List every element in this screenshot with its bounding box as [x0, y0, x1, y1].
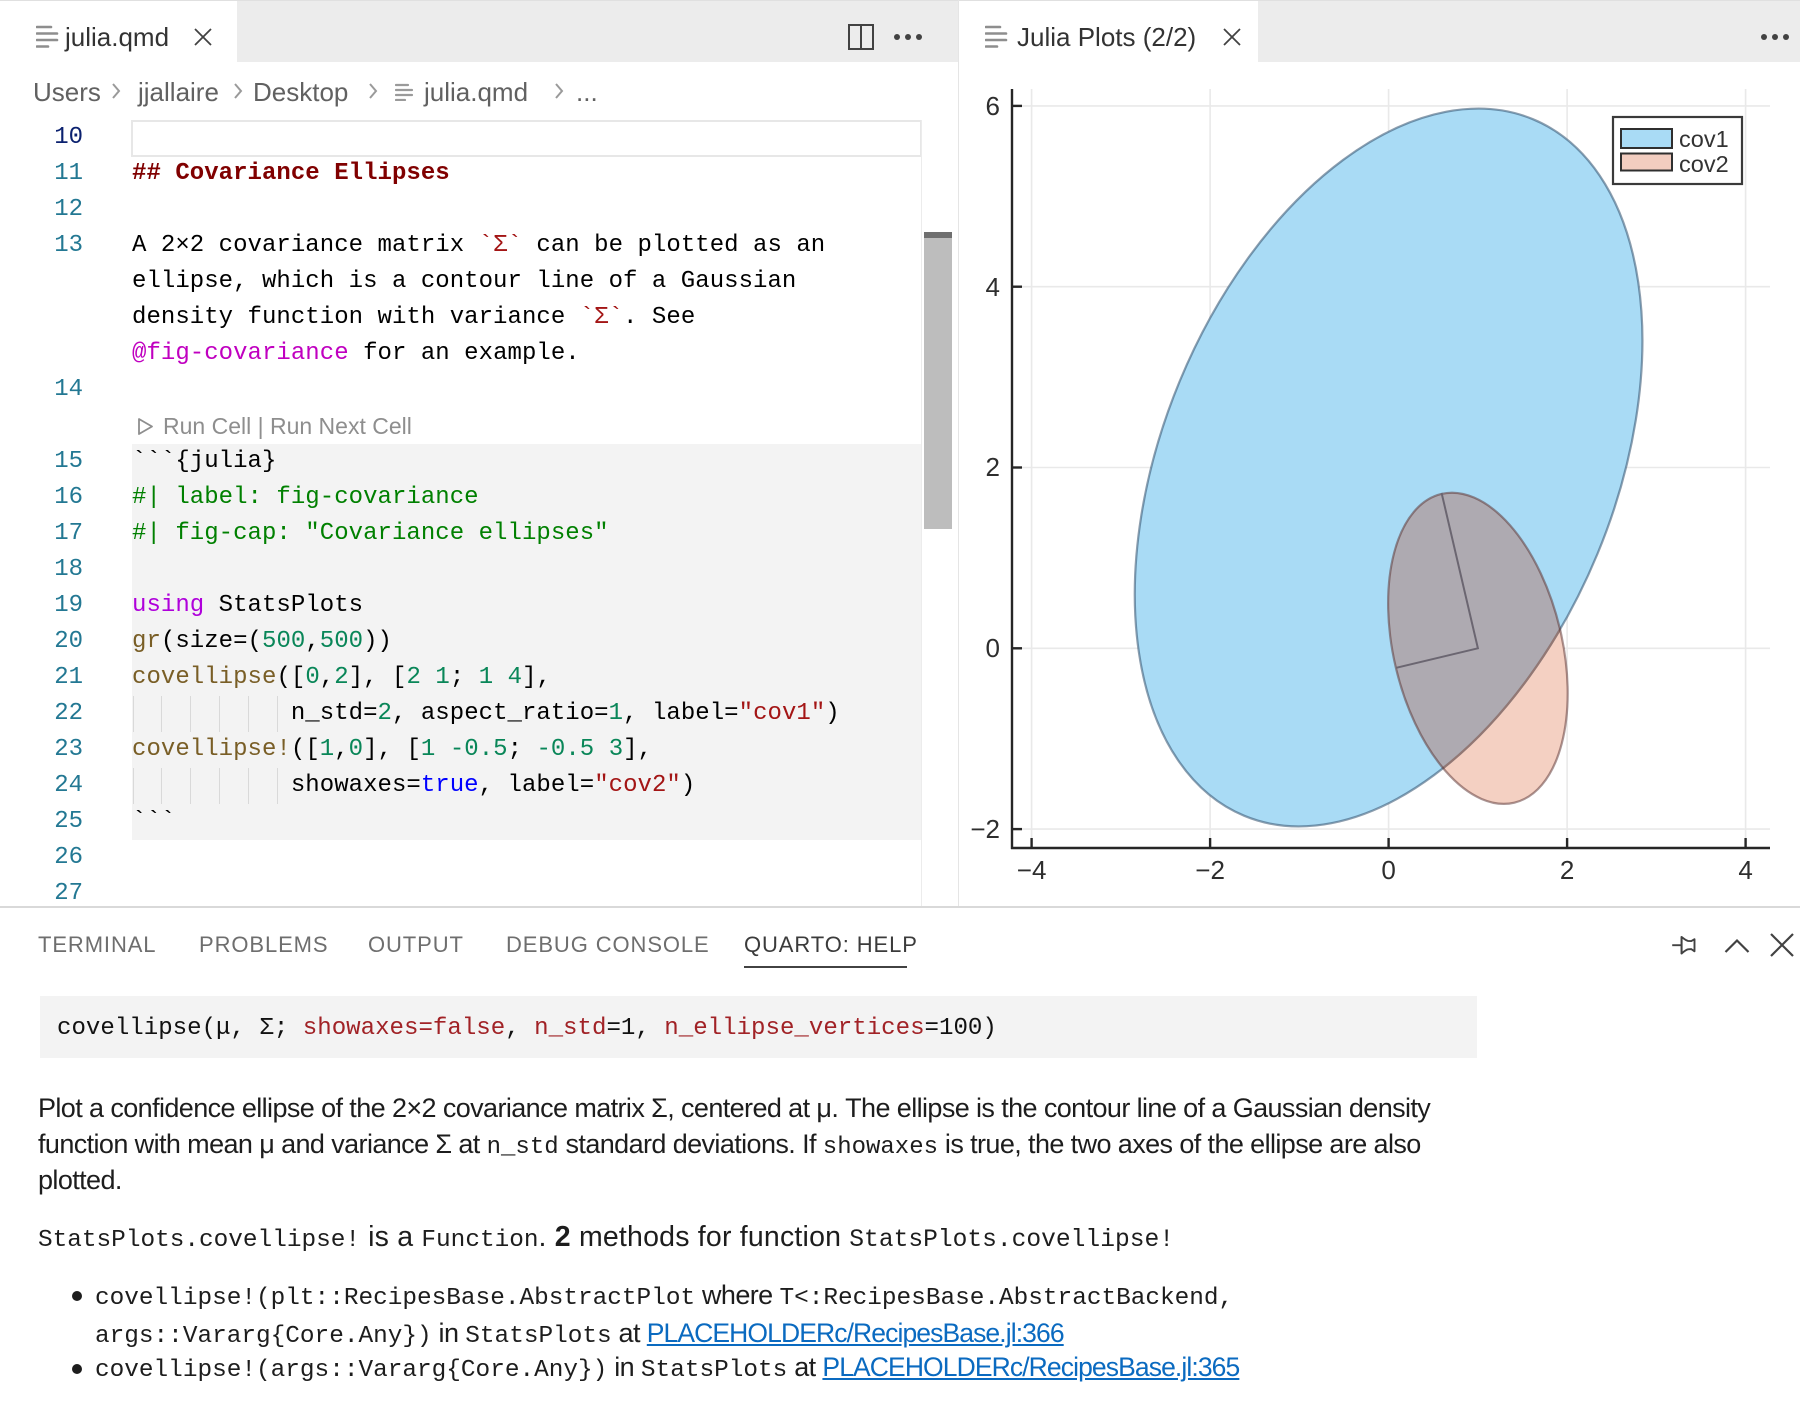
- svg-text:0: 0: [986, 633, 1000, 663]
- svg-text:cov1: cov1: [1679, 126, 1729, 152]
- svg-text:4: 4: [1738, 855, 1752, 885]
- svg-text:cov2: cov2: [1679, 151, 1729, 177]
- svg-text:2: 2: [1560, 855, 1574, 885]
- svg-text:−2: −2: [1195, 855, 1225, 885]
- svg-text:−4: −4: [1017, 855, 1047, 885]
- svg-text:6: 6: [986, 91, 1000, 121]
- svg-text:4: 4: [986, 272, 1000, 302]
- svg-text:0: 0: [1381, 855, 1395, 885]
- svg-text:−2: −2: [970, 814, 1000, 844]
- svg-text:2: 2: [986, 452, 1000, 482]
